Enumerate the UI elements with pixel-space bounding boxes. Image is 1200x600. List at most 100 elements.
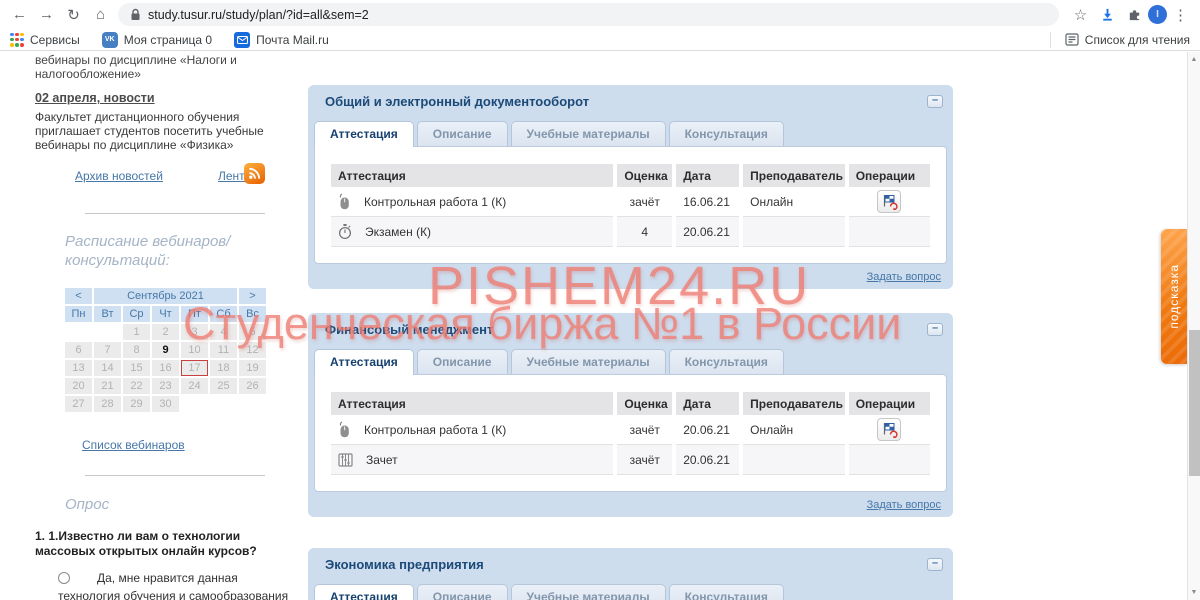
home-icon[interactable]: ⌂: [87, 2, 114, 27]
tab-consultation[interactable]: Консультация: [669, 349, 784, 374]
calendar-day[interactable]: 4: [210, 324, 237, 340]
calendar-day[interactable]: 17: [181, 360, 208, 376]
calendar-day[interactable]: 10: [181, 342, 208, 358]
bookmark-mail[interactable]: Почта Mail.ru: [234, 32, 329, 48]
poll-question: 1. 1.Известно ли вам о технологии массов…: [35, 529, 287, 559]
news-archive-link[interactable]: Архив новостей: [75, 169, 163, 183]
url-text[interactable]: study.tusur.ru/study/plan/?id=all&sem=2: [148, 8, 369, 22]
collapse-card-button[interactable]: –: [927, 323, 943, 336]
calendar-day[interactable]: 2: [152, 324, 179, 340]
calendar-week-row: 27282930: [65, 396, 266, 412]
bookmark-label: Сервисы: [30, 33, 80, 47]
extensions-puzzle-icon[interactable]: [1121, 2, 1148, 27]
course-card: Финансовый менеджмент – Аттестация Описа…: [308, 313, 953, 517]
scrollbar-down-icon[interactable]: ▼: [1188, 589, 1200, 596]
sidebar-divider: [85, 475, 265, 476]
calendar-day[interactable]: 8: [123, 342, 150, 358]
calendar-day[interactable]: 7: [94, 342, 121, 358]
calendar-empty-cell: [181, 396, 208, 412]
calendar-day[interactable]: 5: [239, 324, 266, 340]
tab-materials[interactable]: Учебные материалы: [511, 584, 666, 600]
reload-icon[interactable]: ↻: [60, 2, 87, 27]
calendar-day[interactable]: 18: [210, 360, 237, 376]
calendar-day[interactable]: 12: [239, 342, 266, 358]
tab-materials[interactable]: Учебные материалы: [511, 121, 666, 146]
course-tabs: Аттестация Описание Учебные материалы Ко…: [308, 116, 953, 146]
bookmark-label: Моя страница 0: [124, 33, 212, 47]
scrollbar-thumb[interactable]: [1189, 330, 1200, 476]
calendar-day[interactable]: 14: [94, 360, 121, 376]
calendar-day[interactable]: 20: [65, 378, 92, 394]
tab-consultation[interactable]: Консультация: [669, 121, 784, 146]
calendar-day[interactable]: 21: [94, 378, 121, 394]
column-header: Аттестация: [331, 392, 613, 415]
news-title-link[interactable]: 02 апреля, новости: [35, 91, 155, 105]
assessment-name: Экзамен (К): [365, 225, 431, 239]
calendar-day[interactable]: 15: [123, 360, 150, 376]
hint-tab[interactable]: подсказка: [1161, 229, 1187, 364]
grade-cell: зачёт: [617, 187, 672, 217]
collapse-card-button[interactable]: –: [927, 558, 943, 571]
profile-avatar[interactable]: I: [1148, 5, 1167, 24]
calendar-table: < Сентябрь 2021 > ПнВтСрЧтПтСбВс 1234567…: [63, 286, 268, 414]
calendar-day[interactable]: 3: [181, 324, 208, 340]
tab-description[interactable]: Описание: [417, 349, 508, 374]
tab-consultation[interactable]: Консультация: [669, 584, 784, 600]
bookmark-star-icon[interactable]: ☆: [1067, 2, 1094, 27]
page-scrollbar[interactable]: ▲ ▼: [1187, 52, 1200, 600]
bookmark-services[interactable]: Сервисы: [10, 33, 80, 47]
rss-icon[interactable]: [244, 163, 265, 184]
tab-materials[interactable]: Учебные материалы: [511, 349, 666, 374]
browser-menu-icon[interactable]: ⋮: [1167, 2, 1194, 27]
tab-description[interactable]: Описание: [417, 121, 508, 146]
calendar-day[interactable]: 13: [65, 360, 92, 376]
calendar-day[interactable]: 22: [123, 378, 150, 394]
calendar-day[interactable]: 24: [181, 378, 208, 394]
bookmark-vk[interactable]: VK Моя страница 0: [102, 32, 212, 48]
calendar-next-button[interactable]: >: [239, 288, 266, 304]
schedule-heading: Расписание вебинаров/ консультаций:: [65, 232, 270, 270]
tab-description[interactable]: Описание: [417, 584, 508, 600]
calendar-day[interactable]: 16: [152, 360, 179, 376]
operation-flag-refresh-icon[interactable]: [877, 190, 901, 213]
calendar-prev-button[interactable]: <: [65, 288, 92, 304]
operation-flag-refresh-icon[interactable]: [877, 418, 901, 441]
collapse-card-button[interactable]: –: [927, 95, 943, 108]
tab-attestation[interactable]: Аттестация: [314, 584, 414, 600]
calendar-dayname: Вт: [94, 306, 121, 322]
address-bar[interactable]: study.tusur.ru/study/plan/?id=all&sem=2: [118, 3, 1059, 26]
calendar-day[interactable]: 27: [65, 396, 92, 412]
tab-attestation[interactable]: Аттестация: [314, 349, 414, 375]
download-icon[interactable]: [1094, 2, 1121, 27]
calendar-daynames: ПнВтСрЧтПтСбВс: [65, 306, 266, 322]
calendar-month-label: Сентябрь 2021: [94, 288, 237, 304]
calendar-weeks: 1234567891011121314151617181920212223242…: [65, 324, 266, 412]
calendar-day[interactable]: 26: [239, 378, 266, 394]
forward-icon[interactable]: →: [33, 2, 60, 27]
table-row: Экзамен (К) 4 20.06.21: [331, 217, 930, 247]
calendar-day[interactable]: 19: [239, 360, 266, 376]
calendar-day[interactable]: 28: [94, 396, 121, 412]
poll-radio-button[interactable]: [58, 572, 70, 584]
calendar-day[interactable]: 29: [123, 396, 150, 412]
column-header: Дата: [676, 164, 739, 187]
calendar-day[interactable]: 9: [152, 342, 179, 358]
ask-question-link[interactable]: Задать вопрос: [867, 499, 941, 511]
webinars-list-link[interactable]: Список вебинаров: [82, 438, 185, 452]
scrollbar-up-icon[interactable]: ▲: [1188, 56, 1200, 63]
calendar-day[interactable]: 30: [152, 396, 179, 412]
tab-attestation[interactable]: Аттестация: [314, 121, 414, 147]
back-icon[interactable]: ←: [6, 2, 33, 27]
ask-question-link[interactable]: Задать вопрос: [867, 271, 941, 283]
calendar-empty-cell: [94, 324, 121, 340]
calendar-day[interactable]: 25: [210, 378, 237, 394]
calendar-day[interactable]: 23: [152, 378, 179, 394]
reading-list-button[interactable]: Список для чтения: [1050, 32, 1190, 48]
calendar-day[interactable]: 11: [210, 342, 237, 358]
sidebar-divider: [85, 213, 265, 214]
date-cell: 16.06.21: [676, 187, 739, 217]
date-cell: 20.06.21: [676, 445, 739, 475]
calendar-day[interactable]: 6: [65, 342, 92, 358]
calendar-day[interactable]: 1: [123, 324, 150, 340]
lock-icon: [130, 8, 141, 21]
